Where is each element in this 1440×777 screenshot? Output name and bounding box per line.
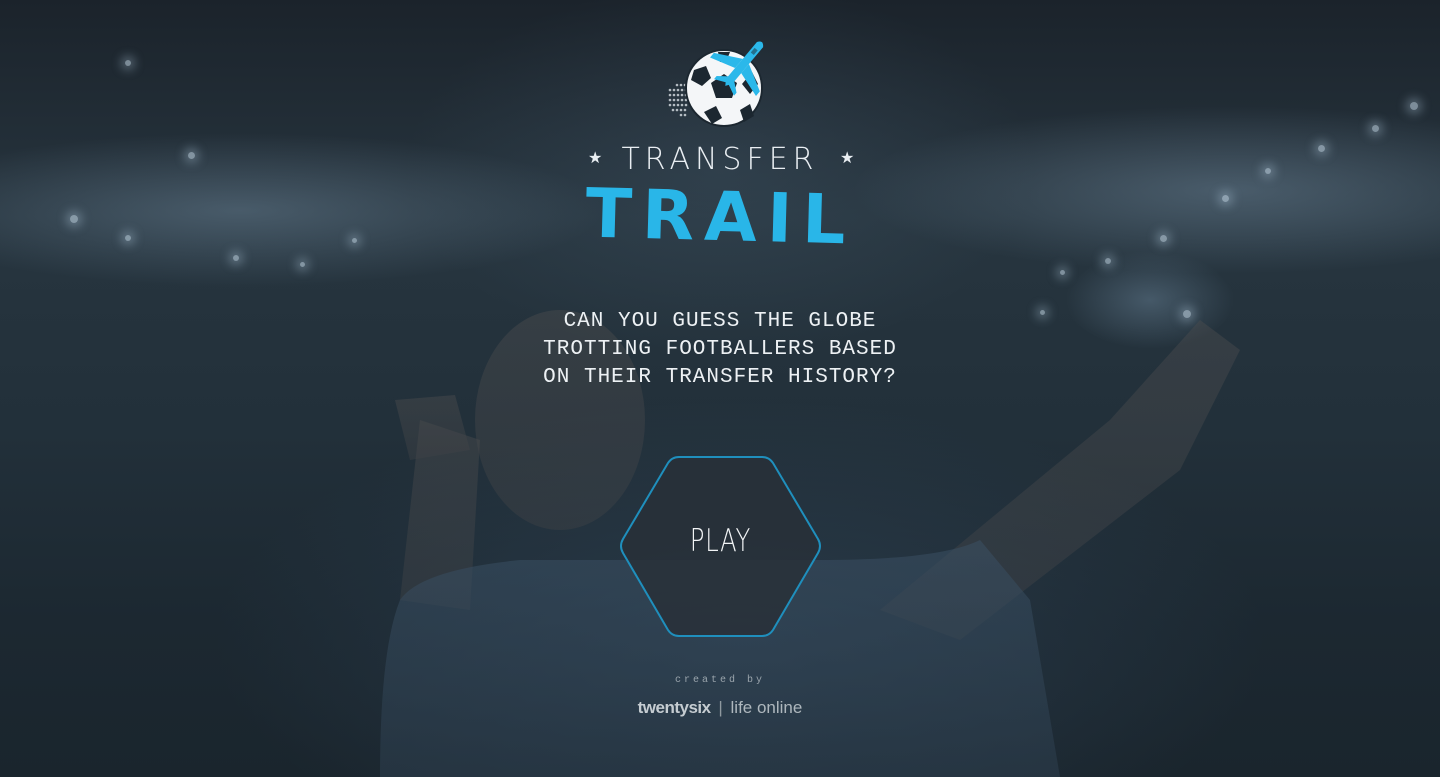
created-by-label: created by <box>674 675 765 686</box>
brand-tagline: life online <box>730 698 803 717</box>
tagline-line-2: TROTTING FOOTBALLERS BASED <box>543 338 897 361</box>
title-trail-text: TRAIL <box>585 178 857 260</box>
brand-separator: | <box>718 698 723 717</box>
tagline-line-3: ON THEIR TRANSFER HISTORY? <box>543 366 897 389</box>
play-label: PLAY <box>689 523 752 559</box>
title-trail: TRAIL <box>585 178 857 260</box>
splash-screen: ★ TRANSFER ★ TRAIL CAN YOU GUESS THE GLO… <box>0 0 1440 777</box>
tagline: CAN YOU GUESS THE GLOBE TROTTING FOOTBAL… <box>520 308 920 392</box>
tagline-line-1: CAN YOU GUESS THE GLOBE <box>563 310 877 333</box>
content-area: ★ TRANSFER ★ TRAIL CAN YOU GUESS THE GLO… <box>0 0 1440 777</box>
football-airplane-icon <box>668 41 764 127</box>
play-button[interactable]: PLAY <box>619 455 822 638</box>
brand-logo[interactable]: twentysix | life online <box>560 698 880 718</box>
brand-name: twentysix <box>637 698 711 717</box>
title-transfer: TRANSFER <box>621 142 819 177</box>
star-right-icon: ★ <box>840 148 855 167</box>
